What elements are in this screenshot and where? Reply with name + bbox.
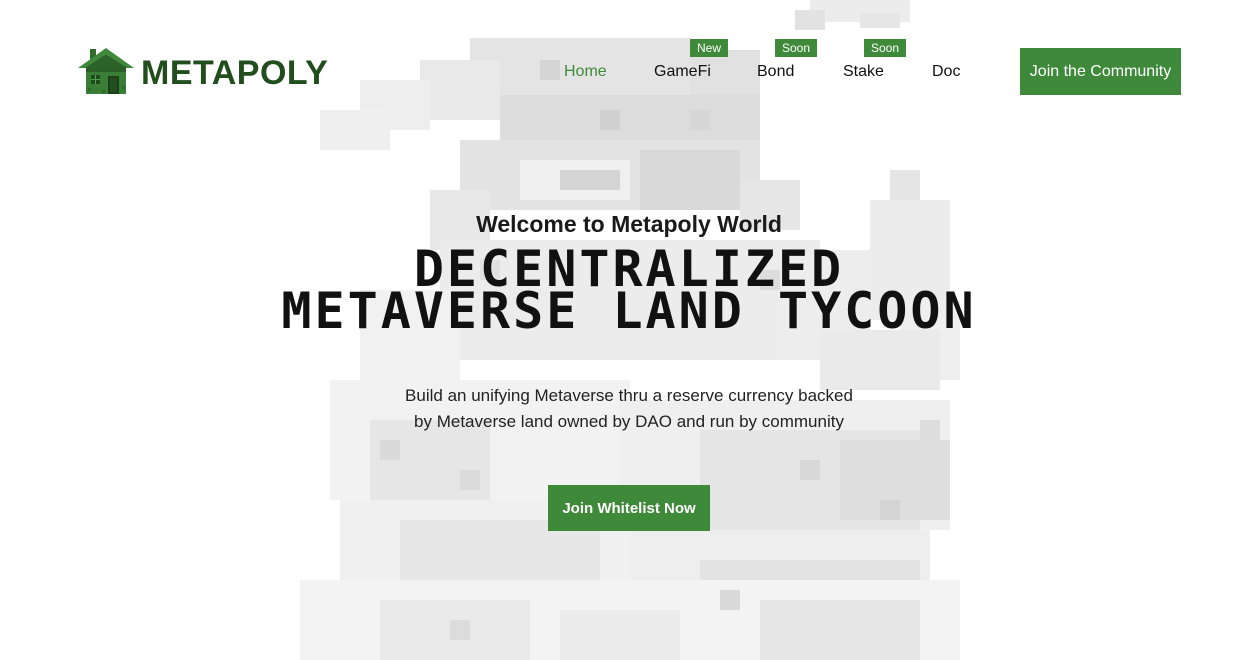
join-community-button[interactable]: Join the Community [1020, 48, 1181, 95]
nav-item-doc[interactable]: Doc [932, 63, 960, 81]
hero-subtitle-line-2: by Metaverse land owned by DAO and run b… [414, 412, 844, 431]
hero-title-line-2: METAVERSE LAND TYCOON [281, 282, 977, 340]
hero-subtitle-line-1: Build an unifying Metaverse thru a reser… [405, 386, 853, 405]
logo[interactable]: METAPOLY [76, 46, 328, 96]
badge-soon-bond: Soon [775, 39, 818, 57]
hero-subtitle: Build an unifying Metaverse thru a reser… [0, 383, 1258, 435]
badge-new: New [690, 39, 729, 57]
badge-soon-stake: Soon [864, 39, 907, 57]
brand-name: METAPOLY [141, 54, 329, 92]
nav-item-bond[interactable]: Bond [757, 63, 794, 81]
nav-item-home[interactable]: Home [564, 63, 607, 81]
join-whitelist-button[interactable]: Join Whitelist Now [548, 485, 710, 531]
hero-title: DECENTRALIZED METAVERSE LAND TYCOON [0, 244, 1258, 340]
nav-item-stake[interactable]: Stake [843, 63, 884, 81]
landing-page: METAPOLY Home New GameFi Soon Bond Soon … [0, 0, 1258, 660]
pixel-house-icon [78, 48, 134, 94]
hero-welcome: Welcome to Metapoly World [476, 211, 782, 237]
nav-item-gamefi[interactable]: GameFi [654, 63, 711, 81]
site-header: METAPOLY Home New GameFi Soon Bond Soon … [0, 0, 1258, 110]
